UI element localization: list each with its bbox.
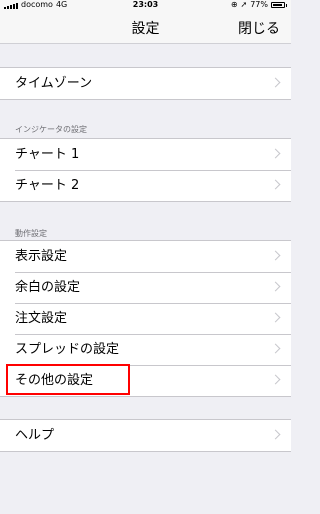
chevron-right-icon	[270, 429, 281, 440]
status-right: ⊕ ➚ 77%	[231, 0, 287, 10]
location-icon: ➚	[240, 0, 248, 9]
timezone-label: タイムゾーン	[15, 76, 93, 91]
margin-settings-row[interactable]: 余白の設定	[0, 272, 291, 303]
timezone-row[interactable]: タイムゾーン	[0, 68, 291, 99]
close-button[interactable]: 閉じる	[238, 18, 280, 38]
order-settings-row[interactable]: 注文設定	[0, 303, 291, 334]
margin-settings-label: 余白の設定	[15, 280, 81, 295]
indicator-group: チャート 1 チャート 2	[0, 138, 291, 202]
help-label: ヘルプ	[15, 428, 55, 443]
chevron-right-icon	[270, 312, 281, 323]
chevron-right-icon	[270, 250, 281, 261]
chevron-right-icon	[270, 281, 281, 292]
chart-1-row[interactable]: チャート 1	[0, 139, 291, 170]
chart-2-label: チャート 2	[15, 178, 80, 193]
battery-nub	[286, 3, 287, 7]
behavior-section-header: 動作設定	[15, 229, 47, 238]
battery-icon	[271, 2, 285, 8]
chart-1-label: チャート 1	[15, 147, 80, 162]
chevron-right-icon	[270, 343, 281, 354]
indicator-section-header: インジケータの設定	[15, 125, 87, 134]
chevron-right-icon	[270, 77, 281, 88]
chevron-right-icon	[270, 179, 281, 190]
battery-percent: 77%	[250, 0, 268, 9]
spread-settings-row[interactable]: スプレッドの設定	[0, 334, 291, 365]
help-group: ヘルプ	[0, 419, 291, 452]
spread-settings-label: スプレッドの設定	[15, 342, 120, 357]
navigation-bar: 設定 閉じる	[0, 10, 291, 44]
display-settings-label: 表示設定	[15, 249, 68, 264]
display-settings-row[interactable]: 表示設定	[0, 241, 291, 272]
chevron-right-icon	[270, 374, 281, 385]
chevron-right-icon	[270, 148, 281, 159]
help-row[interactable]: ヘルプ	[0, 420, 291, 451]
status-bar: docomo 4G 23:03 ⊕ ➚ 77%	[0, 0, 291, 10]
orientation-lock-icon: ⊕	[230, 0, 238, 9]
timezone-group: タイムゾーン	[0, 67, 291, 100]
order-settings-label: 注文設定	[15, 311, 68, 326]
highlight-box	[6, 364, 130, 395]
chart-2-row[interactable]: チャート 2	[0, 170, 291, 201]
